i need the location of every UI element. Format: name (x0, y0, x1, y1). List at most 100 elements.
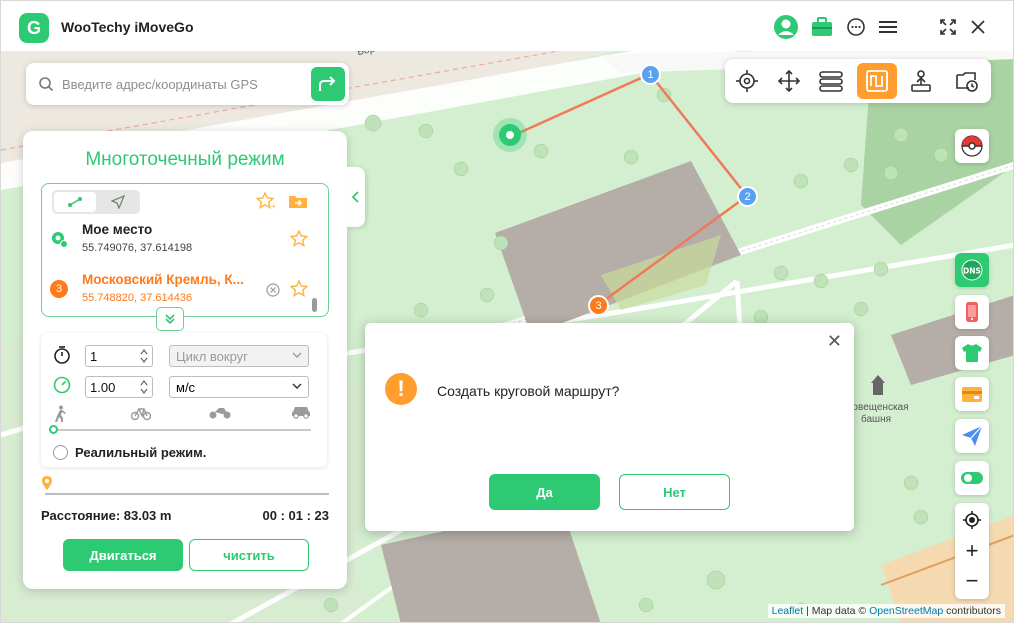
route-point-coords: 55.749076, 37.614198 (82, 242, 193, 254)
dns-button[interactable]: DNS (955, 253, 989, 287)
folder-clock-icon (956, 72, 978, 92)
favorite-add-icon[interactable]: + (255, 191, 276, 215)
multi-spot-panel: Многоточечный режим + Мое место 55.74907… (23, 131, 347, 589)
speed-slider-track[interactable] (53, 429, 311, 431)
tshirt-icon (962, 344, 982, 362)
zoom-out-button[interactable]: − (955, 566, 989, 596)
search-icon (38, 76, 54, 97)
navigate-tab[interactable] (98, 192, 138, 212)
expand-list-button[interactable] (156, 307, 184, 331)
route-point-name: Мое место (82, 222, 153, 237)
crosshair-icon (736, 70, 758, 92)
speed-unit-select[interactable]: м/с (169, 376, 309, 398)
skin-button[interactable] (955, 336, 989, 370)
send-arrow-icon (111, 195, 125, 209)
locate-me-button[interactable] (955, 505, 989, 535)
clear-button[interactable]: чистить (189, 539, 309, 571)
joystick-mode-button[interactable] (771, 63, 807, 99)
toggle-icon (961, 472, 983, 484)
bicycle-icon[interactable] (130, 405, 152, 426)
tower-label-line2: башня (861, 414, 892, 425)
remove-point-icon[interactable] (266, 283, 280, 302)
progress-track (45, 493, 329, 495)
pokeball-icon (961, 135, 983, 157)
route-point-3[interactable]: 3 Московский Кремль, К... 55.748820, 37.… (50, 272, 316, 314)
time-label: 00 : 01 : 23 (262, 508, 330, 523)
move-button[interactable]: Двигаться (63, 539, 183, 571)
osm-link[interactable]: OpenStreetMap (869, 605, 943, 617)
favorite-star-icon[interactable] (289, 279, 309, 302)
search-input[interactable] (62, 71, 302, 97)
leaflet-link[interactable]: Leaflet (772, 605, 804, 617)
list-scrollbar[interactable] (312, 298, 317, 312)
import-folder-icon[interactable] (288, 193, 308, 214)
svg-text:DNS: DNS (963, 267, 981, 276)
phone-icon (966, 302, 978, 322)
move-arrows-icon (777, 69, 801, 93)
route-point-start[interactable]: Мое место 55.749076, 37.614198 (50, 222, 316, 264)
route-go-icon (319, 76, 336, 91)
favorite-star-icon[interactable] (289, 229, 309, 252)
phone-device-button[interactable] (955, 295, 989, 329)
repeat-count-stepper[interactable]: 1 (85, 345, 153, 367)
route-marker-1[interactable]: 1 (640, 64, 661, 85)
app-logo-icon: G (19, 13, 49, 43)
dialog-yes-button[interactable]: Да (489, 474, 600, 510)
mode-toolbar (725, 59, 991, 103)
paper-plane-icon (962, 425, 983, 446)
multi-spot-mode-button[interactable] (857, 63, 897, 99)
motorcycle-icon[interactable] (209, 405, 231, 424)
search-go-button[interactable] (311, 67, 345, 101)
title-bar: G WooTechy iMoveGo (1, 1, 1013, 51)
stepper-arrows-icon[interactable] (138, 378, 150, 396)
fullscreen-icon[interactable] (935, 14, 961, 40)
car-icon[interactable] (291, 405, 311, 424)
pokeball-button[interactable] (955, 129, 989, 163)
chevron-down-icon (292, 352, 302, 358)
route-points-list: + Мое место 55.749076, 37.614198 3 Моско… (41, 183, 329, 317)
two-spot-mode-button[interactable] (813, 63, 849, 99)
teleport-mode-button[interactable] (729, 63, 765, 99)
lanes-icon (819, 71, 843, 92)
zoom-in-button[interactable]: + (955, 536, 989, 566)
tower-label-line1: говещенская (849, 402, 909, 413)
dialog-no-button[interactable]: Нет (619, 474, 730, 510)
dialog-message: Создать круговой маршрут? (437, 383, 620, 399)
card-icon (962, 387, 982, 402)
jump-teleport-mode-button[interactable] (903, 63, 939, 99)
timer-icon (53, 345, 71, 370)
dns-icon: DNS (961, 259, 983, 281)
wallet-button[interactable] (955, 377, 989, 411)
feedback-chat-icon[interactable] (843, 14, 869, 40)
panel-title: Многоточечный режим (85, 149, 285, 170)
warning-icon: ! (385, 373, 417, 405)
person-map-icon (911, 70, 931, 92)
app-title: WooTechy iMoveGo (61, 19, 194, 35)
menu-icon[interactable] (875, 14, 901, 40)
collapse-panel-button[interactable] (347, 167, 365, 227)
route-point-name: Московский Кремль, К... (82, 272, 244, 287)
stepper-arrows-icon[interactable] (138, 347, 150, 365)
share-button[interactable] (955, 419, 989, 453)
route-tab[interactable] (54, 192, 96, 212)
speed-slider-handle[interactable] (49, 425, 58, 434)
close-window-icon[interactable] (965, 14, 991, 40)
route-settings: 1 Цикл вокруг 1.00 м/с Реалильный режим. (41, 333, 327, 467)
route-marker-3[interactable]: 3 (588, 295, 609, 316)
double-chevron-down-icon (165, 314, 175, 325)
dialog-close-icon[interactable]: ✕ (827, 331, 842, 352)
realistic-mode-checkbox[interactable] (53, 445, 68, 460)
loop-mode-select[interactable]: Цикл вокруг (169, 345, 309, 367)
zoom-controls: + − (955, 503, 989, 599)
chevron-left-icon (352, 191, 359, 203)
toolbox-icon[interactable] (809, 14, 835, 40)
route-path-icon (68, 197, 82, 207)
user-avatar-icon[interactable] (773, 14, 799, 40)
speed-stepper[interactable]: 1.00 (85, 376, 153, 398)
speedometer-icon (53, 376, 71, 399)
map-attribution: Leaflet | Map data © OpenStreetMap contr… (767, 604, 1005, 618)
route-marker-2[interactable]: 2 (737, 186, 758, 207)
circular-route-dialog: ✕ ! Создать круговой маршрут? Да Нет (365, 323, 854, 531)
history-mode-button[interactable] (949, 63, 985, 99)
toggle-settings-button[interactable] (955, 461, 989, 495)
